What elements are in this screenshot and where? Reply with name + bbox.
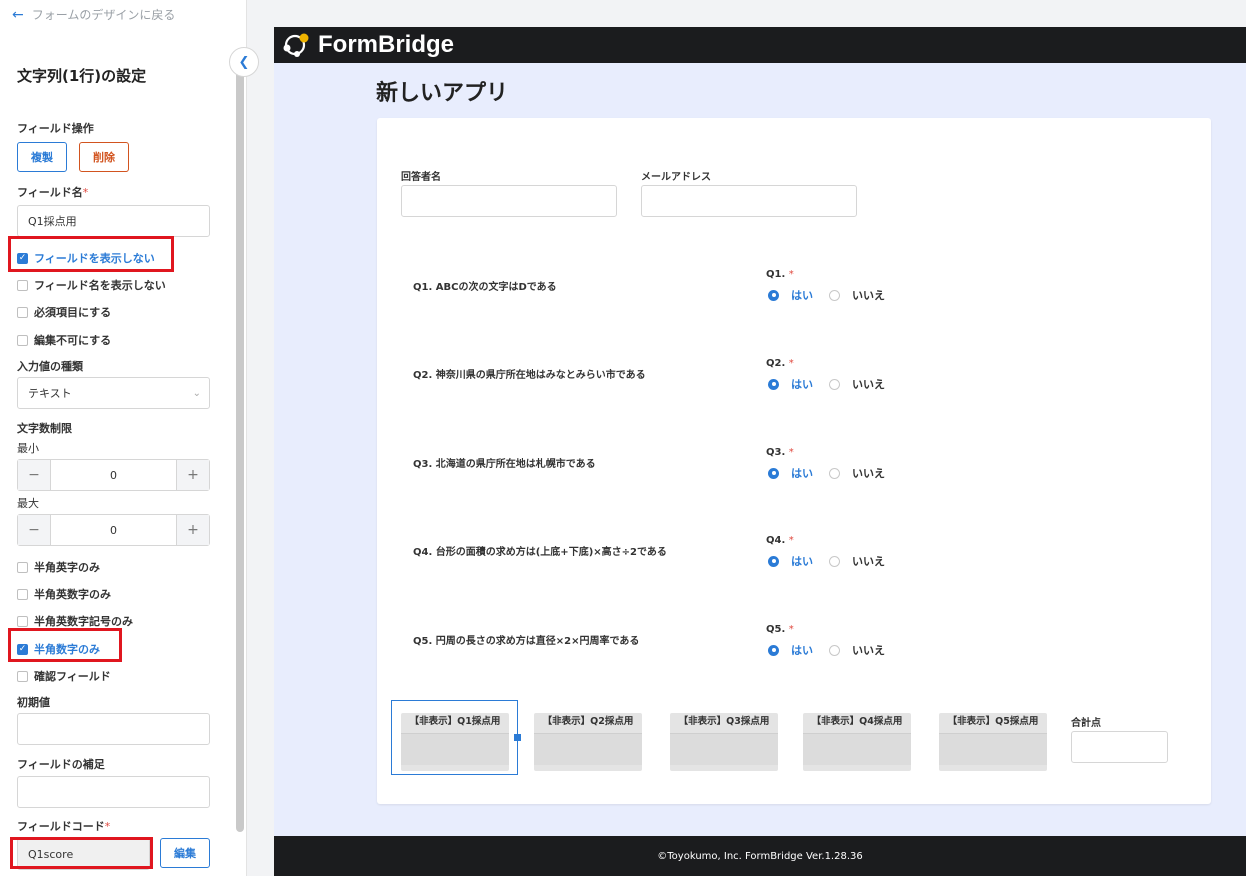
app-title: 新しいアプリ (376, 81, 509, 106)
radio-yes[interactable] (768, 289, 779, 301)
total-score-label: 合計点 (1071, 718, 1101, 729)
form-card: 回答者名 メールアドレス Q1. ABCの次の文字はDである Q1. * はい … (377, 118, 1211, 804)
field-code-label: フィールドコード* (17, 820, 111, 833)
checkbox-icon (17, 306, 28, 318)
radio-no[interactable] (829, 555, 840, 567)
max-label: 最大 (17, 497, 39, 510)
hidden-field-q1[interactable]: 【非表示】Q1採点用 (401, 713, 509, 771)
checkbox-readonly[interactable]: 編集不可にする (17, 332, 111, 348)
resize-handle[interactable] (514, 734, 521, 741)
question-text-4: Q4. 台形の面積の求め方は(上底+下底)×高さ÷2である (413, 547, 667, 558)
checkbox-alnum-symbol-only[interactable]: 半角英数字記号のみ (17, 613, 133, 629)
question-label-4: Q4. * (766, 535, 794, 546)
email-label: メールアドレス (641, 172, 711, 183)
input-type-select[interactable]: テキスト ⌄ (17, 377, 210, 409)
question-text-5: Q5. 円周の長さの求め方は直径×2×円周率である (413, 636, 640, 647)
chevron-left-icon: ❮ (238, 54, 250, 70)
char-limit-label: 文字数制限 (17, 422, 72, 435)
supplement-label: フィールドの補足 (17, 758, 105, 771)
logo-icon (283, 33, 309, 57)
radio-yes[interactable] (768, 378, 779, 390)
back-to-design-link[interactable]: ← フォームのデザインに戻る (12, 6, 175, 23)
highlight-box (8, 628, 122, 662)
chevron-down-icon: ⌄ (192, 387, 201, 399)
checkbox-confirm-field[interactable]: 確認フィールド (17, 668, 111, 684)
required-mark: * (82, 186, 89, 199)
radio-no[interactable] (829, 467, 840, 479)
min-stepper[interactable]: − 0 + (17, 459, 210, 491)
delete-button[interactable]: 削除 (79, 142, 129, 172)
question-text-1: Q1. ABCの次の文字はDである (413, 282, 557, 293)
checkbox-alpha-only[interactable]: 半角英字のみ (17, 559, 100, 575)
field-name-input[interactable]: Q1採点用 (17, 205, 210, 237)
form-preview: FormBridge 新しいアプリ 回答者名 メールアドレス Q1. ABCの次… (274, 27, 1246, 876)
radio-no[interactable] (829, 378, 840, 390)
respondent-label: 回答者名 (401, 172, 441, 183)
max-value[interactable]: 0 (50, 515, 177, 545)
email-input[interactable] (641, 185, 857, 217)
min-label: 最小 (17, 442, 39, 455)
radio-yes[interactable] (768, 644, 779, 656)
checkbox-icon (17, 615, 28, 627)
question-label-5: Q5. * (766, 624, 794, 635)
minus-icon[interactable]: − (18, 515, 50, 545)
radio-no[interactable] (829, 644, 840, 656)
checkbox-required[interactable]: 必須項目にする (17, 304, 111, 320)
radio-group-3[interactable]: はい いいえ (768, 465, 885, 481)
checkbox-icon (17, 561, 28, 573)
max-stepper[interactable]: − 0 + (17, 514, 210, 546)
footer: ©Toyokumo, Inc. FormBridge Ver.1.28.36 (274, 836, 1246, 876)
question-label-3: Q3. * (766, 447, 794, 458)
radio-group-2[interactable]: はい いいえ (768, 376, 885, 392)
initial-value-input[interactable] (17, 713, 210, 745)
back-link-label: フォームのデザインに戻る (31, 8, 176, 22)
checkbox-alnum-only[interactable]: 半角英数字のみ (17, 586, 111, 602)
field-name-label: フィールド名* (17, 186, 89, 199)
field-ops-label: フィールド操作 (17, 122, 94, 135)
radio-group-1[interactable]: はい いいえ (768, 287, 885, 303)
question-label-1: Q1. * (766, 269, 794, 280)
radio-group-4[interactable]: はい いいえ (768, 553, 885, 569)
min-value[interactable]: 0 (50, 460, 177, 490)
question-text-3: Q3. 北海道の県庁所在地は札幌市である (413, 459, 596, 470)
panel-scrollbar[interactable] (236, 70, 244, 832)
checkbox-icon (17, 279, 28, 291)
hidden-field-q5[interactable]: 【非表示】Q5採点用 (939, 713, 1047, 771)
hidden-field-q2[interactable]: 【非表示】Q2採点用 (534, 713, 642, 771)
arrow-left-icon: ← (12, 6, 24, 23)
input-type-label: 入力値の種類 (17, 360, 83, 373)
plus-icon[interactable]: + (177, 515, 209, 545)
checkbox-hide-field-name[interactable]: フィールド名を表示しない (17, 277, 166, 293)
question-label-2: Q2. * (766, 358, 794, 369)
supplement-input[interactable] (17, 776, 210, 808)
hidden-field-q4[interactable]: 【非表示】Q4採点用 (803, 713, 911, 771)
duplicate-button[interactable]: 複製 (17, 142, 67, 172)
minus-icon[interactable]: − (18, 460, 50, 490)
checkbox-icon (17, 670, 28, 682)
panel-title: 文字列(1行)の設定 (17, 67, 147, 85)
plus-icon[interactable]: + (177, 460, 209, 490)
total-score-input[interactable] (1071, 731, 1168, 763)
radio-yes[interactable] (768, 555, 779, 567)
formbridge-logo: FormBridge (282, 31, 454, 59)
brand-header: FormBridge (274, 27, 1246, 63)
checkbox-icon (17, 334, 28, 346)
required-mark: * (104, 820, 111, 833)
brand-name: FormBridge (318, 31, 455, 58)
respondent-input[interactable] (401, 185, 617, 217)
settings-panel: ← フォームのデザインに戻る 文字列(1行)の設定 フィールド操作 複製 削除 … (0, 0, 247, 876)
radio-no[interactable] (829, 289, 840, 301)
question-text-2: Q2. 神奈川県の県庁所在地はみなとみらい市である (413, 370, 646, 381)
initial-value-label: 初期値 (17, 696, 50, 709)
collapse-panel-button[interactable]: ❮ (229, 47, 259, 77)
edit-button[interactable]: 編集 (160, 838, 210, 868)
radio-group-5[interactable]: はい いいえ (768, 642, 885, 658)
highlight-box (8, 236, 174, 272)
highlight-box (10, 837, 153, 869)
checkbox-icon (17, 588, 28, 600)
radio-yes[interactable] (768, 467, 779, 479)
hidden-field-q3[interactable]: 【非表示】Q3採点用 (670, 713, 778, 771)
